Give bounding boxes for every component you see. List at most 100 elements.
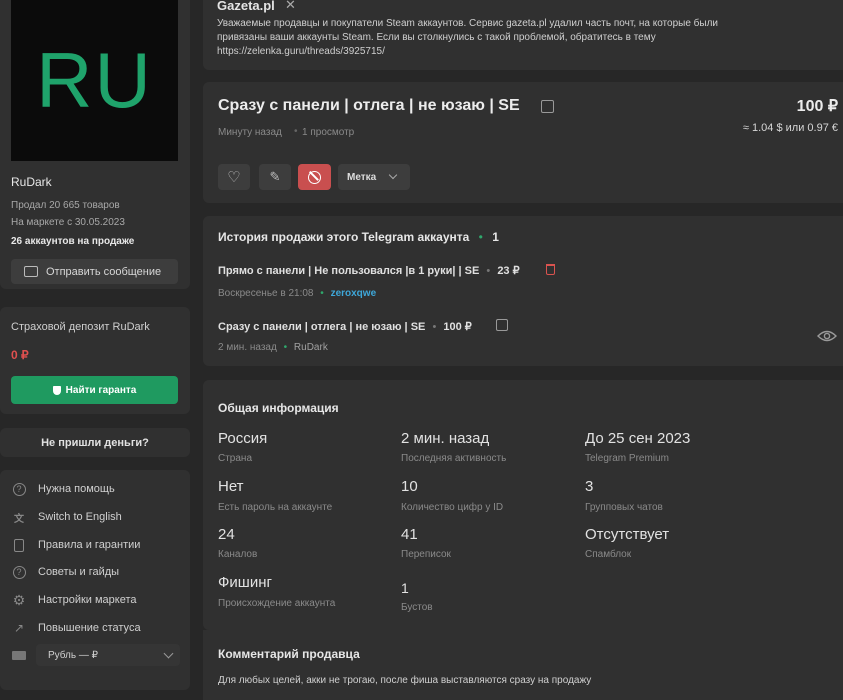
sidebar-item-label: Нужна помощь [38,483,115,495]
info-label-last-activity: Последняя активность [401,453,507,464]
sidebar-item-label: Повышение статуса [38,622,141,634]
avatar-text: RU [36,36,153,124]
info-label-password: Есть пароль на аккаунте [218,502,333,513]
sidebar-menu: ? Нужна помощь 文 Switch to English Прави… [0,470,190,690]
meta-separator: • [320,288,324,299]
info-value-conversations: 41 [401,526,418,543]
meta-separator: • [283,342,288,353]
sidebar-item-guides[interactable]: ? Советы и гайды [10,562,119,582]
sidebar-item-label: Советы и гайды [38,566,120,578]
sidebar-item-settings[interactable]: ⚙ Настройки маркета [10,590,137,610]
history-item-time: 2 мин. назад [218,342,277,353]
info-value-id-digits: 10 [401,478,418,495]
send-message-label: Отправить сообщение [46,265,162,278]
seller-comment-text: Для любых целей, акки не трогаю, после ф… [218,675,592,686]
tag-dropdown[interactable]: Метка [338,164,410,190]
chevron-down-icon [163,648,174,658]
listing-price: 100 ₽ [796,98,838,115]
history-title: История продажи этого Telegram аккаунта [218,230,470,244]
cart-icon[interactable] [541,100,554,113]
chat-icon [24,266,38,277]
history-item-2-title-row: Сразу с панели | отлега | не юзаю | SE •… [218,320,472,333]
info-label-country: Страна [218,453,253,464]
help-icon: ? [10,563,28,581]
info-label-conversations: Переписок [401,549,451,560]
info-value-last-activity: 2 мин. назад [401,430,490,447]
sidebar-item-label: Switch to English [38,511,122,523]
currency-select[interactable]: Рубль — ₽ [36,644,180,666]
general-info-title: Общая информация [218,401,339,415]
notice-text-line1: Уважаемые продавцы и покупатели Steam ак… [217,18,719,29]
listing-price-converted: ≈ 1.04 $ или 0.97 € [742,122,838,134]
cart-icon[interactable] [496,319,508,331]
seller-name[interactable]: RuDark [11,175,52,189]
notice-title: Gazeta.pl [217,0,275,13]
eye-icon[interactable] [817,329,837,343]
info-label-channels: Каналов [218,549,258,560]
sidebar-item-language[interactable]: 文 Switch to English [10,507,122,527]
info-value-origin: Фишинг [218,574,272,591]
trash-icon[interactable] [546,264,555,275]
info-value-password: Нет [218,478,244,495]
history-item-title[interactable]: Сразу с панели | отлега | не юзаю | SE [218,321,425,333]
ban-icon [308,170,321,184]
sidebar-item-label: Настройки маркета [38,594,137,606]
notice-text-line2: привязаны ваши аккаунты Steam. Если вы с… [217,32,656,43]
send-message-button[interactable]: Отправить сообщение [11,259,178,284]
block-button[interactable] [298,164,331,190]
tag-label: Метка [347,171,377,183]
find-guarantor-button[interactable]: Найти гаранта [11,376,178,404]
info-value-channels: 24 [218,526,235,543]
notice-link[interactable]: https://zelenka.guru/threads/3925715/ [217,46,385,57]
deposit-card: Страховой депозит RuDark 0 ₽ Найти гаран… [0,307,190,414]
question-icon: ? [10,480,28,498]
sidebar-item-rules[interactable]: Правила и гарантии [10,535,140,555]
heart-icon: ♡ [227,169,241,186]
history-item-price: 100 ₽ [443,321,472,333]
info-label-spamblock: Спамблок [585,549,632,560]
history-item-1-meta: Воскресенье в 21:08 • zeroxqwe [218,288,376,299]
chevron-down-icon [388,170,398,180]
history-item-1-title-row: Прямо с панели | Не пользовался |в 1 рук… [218,264,520,277]
history-item-2-meta: 2 мин. назад • RuDark [218,342,328,353]
seller-avatar[interactable]: RU [11,0,178,161]
history-item-user[interactable]: zeroxqwe [331,288,377,299]
meta-separator: • [432,321,437,333]
listing-time: Минуту назад [218,127,282,138]
info-label-boosts: Бустов [401,602,433,613]
currency-select-value: Рубль — ₽ [48,649,99,661]
no-money-label: Не пришли деньги? [41,436,149,449]
gear-icon: ⚙ [12,591,26,608]
info-value-country: Россия [218,430,268,447]
info-label-id-digits: Количество цифр у ID [401,502,504,513]
seller-comment-title: Комментарий продавца [218,647,360,661]
seller-card: RU RuDark Продал 20 665 товаров На марке… [0,0,190,289]
history-item-time: Воскресенье в 21:08 [218,288,314,299]
history-count: 1 [492,230,499,244]
edit-button[interactable]: ✎ [259,164,291,190]
trending-up-icon: ↗ [13,621,25,635]
shield-icon [52,385,61,395]
seller-comment-card: Комментарий продавца Для любых целей, ак… [203,630,843,700]
money-icon [10,649,28,661]
seller-on-sale[interactable]: 26 аккаунтов на продаже [11,236,134,247]
seller-since: На маркете с 30.05.2023 [11,217,125,228]
history-item-user[interactable]: RuDark [294,342,328,353]
meta-separator: • [486,265,491,277]
listing-card: Сразу с панели | отлега | не юзаю | SE М… [203,82,843,203]
deposit-amount: 0 ₽ [11,348,29,362]
sidebar-item-status[interactable]: ↗ Повышение статуса [10,618,141,638]
info-value-group-chats: 3 [585,478,594,495]
currency-select-row: Рубль — ₽ [10,644,180,666]
favorite-button[interactable]: ♡ [218,164,250,190]
edit-icon: ✎ [269,169,281,184]
history-title-row: История продажи этого Telegram аккаунта … [218,230,499,244]
sidebar-item-help[interactable]: ? Нужна помощь [10,479,115,499]
close-icon[interactable]: ✕ [285,0,296,13]
no-money-button[interactable]: Не пришли деньги? [0,428,190,457]
history-item-title[interactable]: Прямо с панели | Не пользовался |в 1 рук… [218,265,479,277]
listing-views: 1 просмотр [302,127,355,138]
sidebar-item-label: Правила и гарантии [38,539,141,551]
notice-banner: Gazeta.pl ✕ Уважаемые продавцы и покупат… [203,0,843,70]
history-item-price: 23 ₽ [497,265,520,277]
